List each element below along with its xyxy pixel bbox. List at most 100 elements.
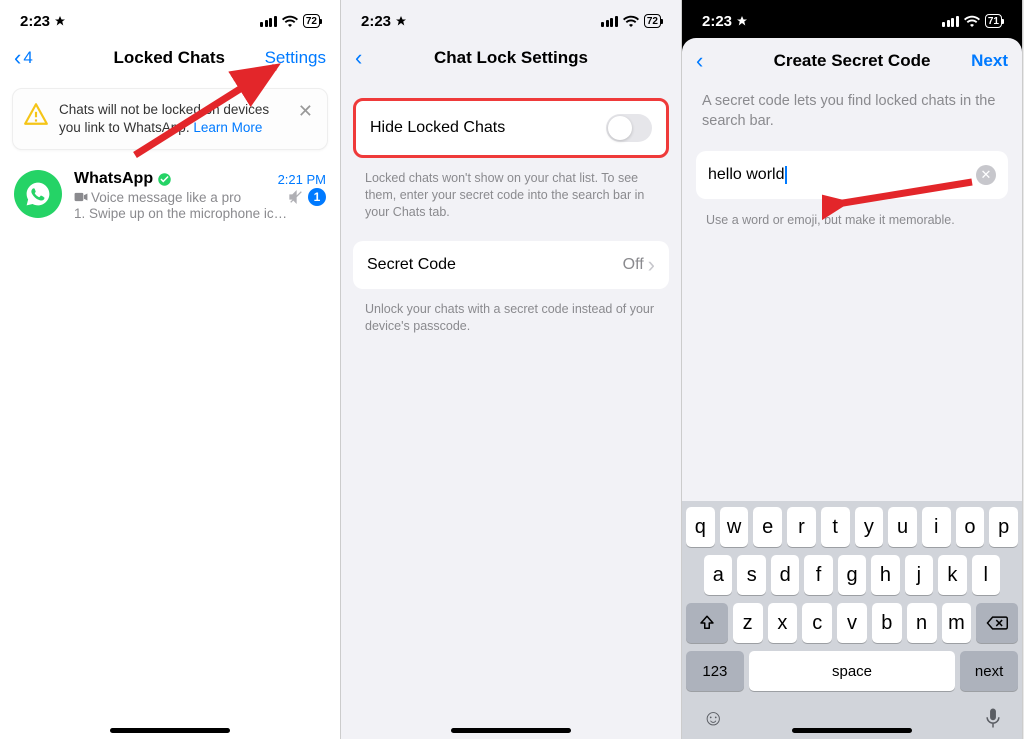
backspace-key[interactable] <box>976 603 1018 643</box>
signal-icon <box>942 16 959 27</box>
location-icon <box>395 15 407 27</box>
signal-icon <box>260 16 277 27</box>
back-button[interactable]: ‹ <box>355 47 415 69</box>
mic-icon <box>984 707 1002 729</box>
verified-icon <box>157 172 172 187</box>
key-i[interactable]: i <box>922 507 951 547</box>
unread-badge: 1 <box>308 188 326 206</box>
key-o[interactable]: o <box>956 507 985 547</box>
description-text: A secret code lets you find locked chats… <box>682 82 1022 145</box>
secret-code-group: Secret Code Off › <box>353 241 669 289</box>
home-indicator[interactable] <box>110 728 230 733</box>
key-b[interactable]: b <box>872 603 902 643</box>
key-z[interactable]: z <box>733 603 763 643</box>
learn-more-link[interactable]: Learn More <box>193 120 262 135</box>
mic-key[interactable] <box>984 707 1002 729</box>
shift-icon <box>698 614 716 632</box>
home-indicator[interactable] <box>451 728 571 733</box>
chat-row[interactable]: WhatsApp 2:21 PM Voice message like a pr… <box>0 162 340 229</box>
chat-preview-line1: Voice message like a pro <box>74 190 241 205</box>
key-d[interactable]: d <box>771 555 799 595</box>
secret-code-row[interactable]: Secret Code Off › <box>353 241 669 289</box>
row-value: Off › <box>623 254 655 276</box>
key-e[interactable]: e <box>753 507 782 547</box>
chat-name: WhatsApp <box>74 170 172 188</box>
status-time: 2:23 <box>361 13 391 30</box>
battery-icon: 72 <box>303 14 320 28</box>
key-n[interactable]: n <box>907 603 937 643</box>
nav-header: ‹ Chat Lock Settings <box>341 38 681 82</box>
key-w[interactable]: w <box>720 507 749 547</box>
modal-sheet: ‹ Create Secret Code Next A secret code … <box>682 38 1022 739</box>
key-k[interactable]: k <box>938 555 966 595</box>
key-f[interactable]: f <box>804 555 832 595</box>
row-label: Hide Locked Chats <box>370 119 505 137</box>
key-r[interactable]: r <box>787 507 816 547</box>
location-icon <box>736 15 748 27</box>
status-bar: 2:23 71 <box>682 0 1022 38</box>
screen-locked-chats: 2:23 72 ‹ 4 Locked Chats Settings Chats … <box>0 0 341 739</box>
nav-header: ‹ Create Secret Code Next <box>682 38 1022 82</box>
back-button[interactable]: ‹ 4 <box>14 47 74 69</box>
space-key[interactable]: space <box>749 651 955 691</box>
next-key[interactable]: next <box>960 651 1018 691</box>
banner-text: Chats will not be locked on devices you … <box>59 101 284 137</box>
key-q[interactable]: q <box>686 507 715 547</box>
settings-button[interactable]: Settings <box>265 48 326 68</box>
chat-preview-line2: 1. Swipe up on the microphone ic… <box>74 206 326 221</box>
key-t[interactable]: t <box>821 507 850 547</box>
next-button[interactable]: Next <box>948 51 1008 71</box>
numbers-key[interactable]: 123 <box>686 651 744 691</box>
key-v[interactable]: v <box>837 603 867 643</box>
emoji-key[interactable]: ☺ <box>702 705 724 731</box>
toggle-switch[interactable] <box>606 114 652 142</box>
backspace-icon <box>986 615 1008 631</box>
hide-locked-chats-group: Hide Locked Chats <box>353 98 669 158</box>
chevron-left-icon: ‹ <box>14 47 21 69</box>
group-caption: Locked chats won't show on your chat lis… <box>341 164 681 221</box>
location-icon <box>54 15 66 27</box>
video-icon <box>74 192 88 202</box>
row-label: Secret Code <box>367 256 456 274</box>
home-indicator[interactable] <box>792 728 912 733</box>
group-caption: Unlock your chats with a secret code ins… <box>341 295 681 335</box>
key-c[interactable]: c <box>802 603 832 643</box>
back-count: 4 <box>23 48 32 68</box>
chevron-right-icon: › <box>648 254 655 276</box>
wifi-icon <box>282 15 298 27</box>
key-y[interactable]: y <box>855 507 884 547</box>
key-g[interactable]: g <box>838 555 866 595</box>
key-j[interactable]: j <box>905 555 933 595</box>
input-value: hello world <box>708 166 787 184</box>
key-m[interactable]: m <box>942 603 972 643</box>
screen-create-secret-code: 2:23 71 ‹ Create Secret Code Next A secr… <box>682 0 1023 739</box>
signal-icon <box>601 16 618 27</box>
hide-locked-chats-row[interactable]: Hide Locked Chats <box>356 101 666 155</box>
avatar <box>14 170 62 218</box>
chevron-left-icon: ‹ <box>355 47 362 69</box>
status-time: 2:23 <box>20 13 50 30</box>
status-bar: 2:23 72 <box>0 0 340 38</box>
key-u[interactable]: u <box>888 507 917 547</box>
input-hint: Use a word or emoji, but make it memorab… <box>682 205 1022 235</box>
close-icon[interactable]: ✕ <box>294 101 317 122</box>
key-l[interactable]: l <box>972 555 1000 595</box>
status-bar: 2:23 72 <box>341 0 681 38</box>
muted-icon <box>288 189 304 205</box>
shift-key[interactable] <box>686 603 728 643</box>
wifi-icon <box>964 15 980 27</box>
info-banner: Chats will not be locked on devices you … <box>12 88 328 150</box>
key-x[interactable]: x <box>768 603 798 643</box>
clear-icon[interactable]: ✕ <box>976 165 996 185</box>
page-title: Locked Chats <box>74 48 265 68</box>
battery-icon: 71 <box>985 14 1002 28</box>
warning-icon <box>23 101 49 127</box>
page-title: Create Secret Code <box>756 51 948 71</box>
secret-code-input[interactable]: hello world ✕ <box>696 151 1008 199</box>
back-button[interactable]: ‹ <box>696 50 756 72</box>
key-s[interactable]: s <box>737 555 765 595</box>
battery-icon: 72 <box>644 14 661 28</box>
key-h[interactable]: h <box>871 555 899 595</box>
key-a[interactable]: a <box>704 555 732 595</box>
key-p[interactable]: p <box>989 507 1018 547</box>
